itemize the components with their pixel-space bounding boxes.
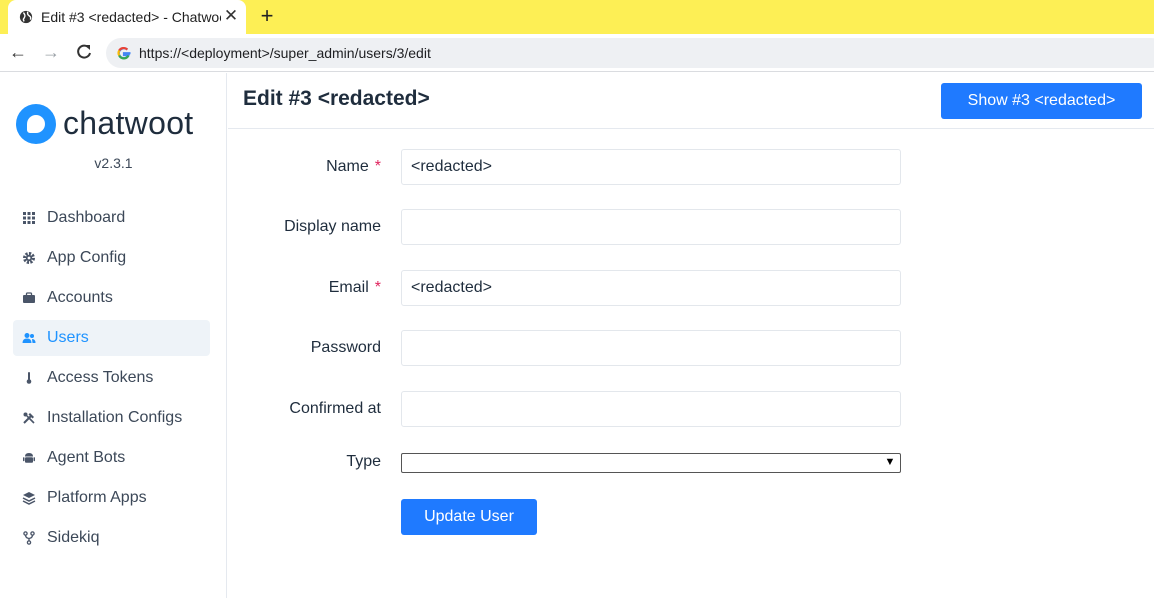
- sidebar-item-label: Access Tokens: [47, 369, 154, 386]
- sidebar-item-label: Accounts: [47, 289, 113, 306]
- show-user-button[interactable]: Show #3 <redacted>: [941, 83, 1142, 119]
- email-input[interactable]: [401, 270, 901, 306]
- password-input[interactable]: [401, 330, 901, 366]
- name-input[interactable]: [401, 149, 901, 185]
- sidebar-item-label: Sidekiq: [47, 529, 100, 546]
- tools-icon: [23, 412, 35, 424]
- display-name-field-row: Display name: [228, 209, 1154, 245]
- update-user-button[interactable]: Update User: [401, 499, 537, 535]
- sidebar-item-label: Platform Apps: [47, 489, 147, 506]
- name-field-row: Name *: [228, 149, 1154, 185]
- fork-icon: [23, 531, 35, 545]
- type-label: Type: [346, 453, 381, 470]
- password-label: Password: [310, 339, 381, 356]
- forward-arrow-icon[interactable]: →: [41, 42, 61, 62]
- confirmed-at-label: Confirmed at: [289, 400, 381, 417]
- confirmed-at-field-row: Confirmed at: [228, 391, 1154, 427]
- type-field-row: Type ▼: [228, 453, 1154, 489]
- sidebar-item-users[interactable]: Users: [13, 320, 210, 356]
- sidebar-item-label: App Config: [47, 249, 127, 266]
- sidebar-item-app-config[interactable]: App Config: [13, 240, 210, 276]
- sidebar-item-label: Agent Bots: [47, 449, 126, 466]
- gear-icon: [23, 252, 35, 264]
- chevron-down-icon: ▼: [884, 456, 896, 468]
- name-label: Name *: [326, 158, 381, 175]
- globe-icon: [19, 10, 33, 24]
- confirmed-at-input[interactable]: [401, 391, 901, 427]
- display-name-input[interactable]: [401, 209, 901, 245]
- android-icon: [23, 453, 35, 463]
- app-version: v2.3.1: [94, 155, 133, 171]
- email-field-row: Email *: [228, 270, 1154, 306]
- users-icon: [22, 333, 36, 343]
- type-select[interactable]: ▼: [401, 453, 901, 473]
- main-content: Edit #3 <redacted> Show #3 <redacted> Na…: [228, 73, 1154, 598]
- sidebar-item-access-tokens[interactable]: Access Tokens: [13, 360, 210, 396]
- sidebar-item-label: Installation Configs: [47, 409, 183, 426]
- sidebar-nav: Dashboard App Config Accounts Users Acce…: [13, 200, 210, 560]
- display-name-label: Display name: [284, 218, 381, 235]
- tab-title: Edit #3 <redacted> - Chatwoot: [41, 9, 221, 25]
- page-title: Edit #3 <redacted>: [243, 87, 430, 110]
- back-arrow-icon[interactable]: ←: [8, 42, 28, 62]
- google-icon: [117, 46, 131, 60]
- sidebar-item-label: Users: [47, 329, 89, 346]
- sidebar-item-platform-apps[interactable]: Platform Apps: [13, 480, 210, 516]
- required-marker: *: [374, 279, 381, 296]
- new-tab-icon[interactable]: +: [256, 5, 278, 27]
- sidebar-item-installation-configs[interactable]: Installation Configs: [13, 400, 210, 436]
- layers-icon: [22, 492, 36, 505]
- sidebar: chatwoot v2.3.1 Dashboard App Config Acc…: [0, 73, 227, 598]
- browser-tab[interactable]: Edit #3 <redacted> - Chatwoot ✕: [8, 0, 246, 34]
- thermometer-icon: [26, 372, 32, 384]
- sidebar-item-sidekiq[interactable]: Sidekiq: [13, 520, 210, 556]
- browser-toolbar: ← → https://<deployment>/super_admin/use…: [0, 34, 1154, 72]
- chatwoot-logo-icon: [16, 104, 56, 144]
- url-text: https://<deployment>/super_admin/users/3…: [139, 45, 431, 61]
- password-field-row: Password: [228, 330, 1154, 366]
- briefcase-icon: [23, 292, 35, 303]
- reload-icon[interactable]: [74, 42, 94, 62]
- close-tab-icon[interactable]: ✕: [222, 7, 240, 25]
- chatwoot-logo[interactable]: chatwoot: [16, 104, 216, 148]
- required-marker: *: [374, 158, 381, 175]
- sidebar-item-agent-bots[interactable]: Agent Bots: [13, 440, 210, 476]
- sidebar-item-dashboard[interactable]: Dashboard: [13, 200, 210, 236]
- sidebar-item-accounts[interactable]: Accounts: [13, 280, 210, 316]
- address-bar[interactable]: https://<deployment>/super_admin/users/3…: [106, 38, 1154, 68]
- browser-tabbar: Edit #3 <redacted> - Chatwoot ✕ +: [0, 0, 1154, 34]
- grid-icon: [23, 212, 35, 224]
- logo-text: chatwoot: [63, 105, 194, 141]
- email-label: Email *: [328, 279, 381, 296]
- page-header: Edit #3 <redacted> Show #3 <redacted>: [228, 73, 1154, 129]
- sidebar-item-label: Dashboard: [47, 209, 126, 226]
